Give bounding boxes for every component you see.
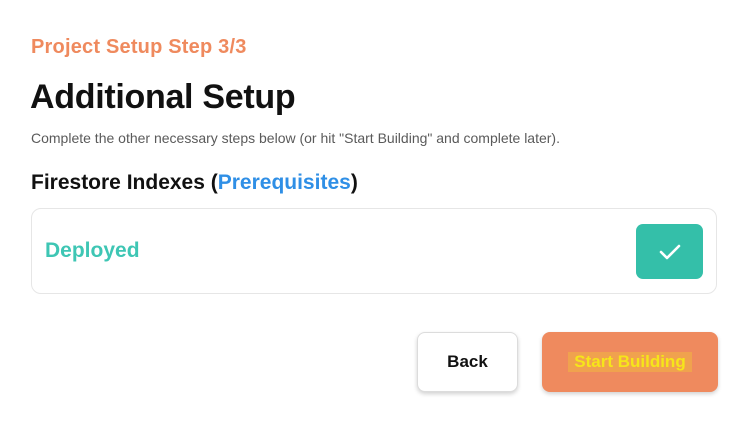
page-title: Additional Setup xyxy=(30,78,296,116)
back-button[interactable]: Back xyxy=(417,332,518,392)
checkmark-icon xyxy=(659,244,680,259)
firestore-indexes-heading: Firestore Indexes (Prerequisites) xyxy=(31,171,358,195)
step-indicator: Project Setup Step 3/3 xyxy=(31,36,247,58)
firestore-indexes-card: Deployed xyxy=(31,208,717,294)
heading-prefix: Firestore Indexes ( xyxy=(31,171,218,194)
start-building-button[interactable]: Start Building xyxy=(542,332,718,392)
project-setup-page: Project Setup Step 3/3 Additional Setup … xyxy=(0,0,747,423)
deployed-status: Deployed xyxy=(45,239,140,262)
page-subtitle: Complete the other necessary steps below… xyxy=(31,130,560,146)
prerequisites-link[interactable]: Prerequisites xyxy=(218,171,351,194)
heading-suffix: ) xyxy=(350,171,358,194)
start-building-label: Start Building xyxy=(568,352,692,372)
deployed-check-button[interactable] xyxy=(636,224,703,279)
